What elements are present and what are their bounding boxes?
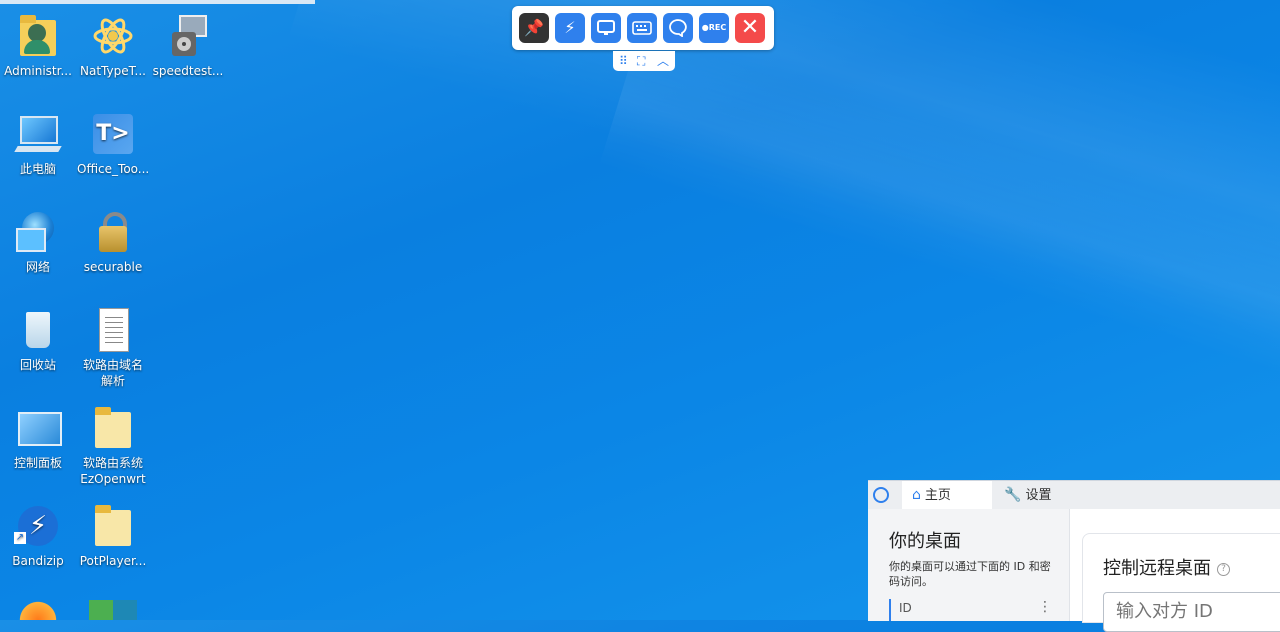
desktop-icon-label: speedtest...: [152, 64, 224, 78]
desktop-icon-this-pc[interactable]: 此电脑: [2, 110, 74, 177]
remote-id-input[interactable]: [1103, 592, 1280, 632]
keyboard-icon: [632, 21, 652, 35]
your-desktop-panel: 你的桌面 你的桌面可以通过下面的 ID 和密码访问。 ID ⋮: [868, 509, 1070, 621]
monitor-icon: [597, 20, 615, 35]
toolbar-handle: ⠿ ⛶ ︿: [613, 51, 675, 71]
chat-icon: [669, 19, 687, 38]
control-remote-title-text: 控制远程桌面: [1103, 558, 1211, 579]
your-desktop-title: 你的桌面: [889, 531, 961, 552]
remote-toolbar: 📌 ⚡ ●REC ✕: [512, 6, 774, 50]
desktop-icon-router-dns[interactable]: 软路由域名解析: [77, 306, 149, 389]
desktop-icon-potplayer[interactable]: PotPlayer...: [77, 502, 149, 569]
desktop-icon-label: 软路由系统EzOpenwrt: [80, 456, 146, 486]
tab-bar: ⌂ 主页 🔧 设置: [868, 481, 1280, 509]
remote-desktop-window: ⌂ 主页 🔧 设置 你的桌面 你的桌面可以通过下面的 ID 和密码访问。 ID ⋮ …: [868, 480, 1280, 632]
tab-settings-label: 设置: [1025, 488, 1052, 503]
desktop-icon-label: Bandizip: [12, 554, 64, 568]
window-edge: [0, 0, 315, 4]
your-desktop-description: 你的桌面可以通过下面的 ID 和密码访问。: [889, 560, 1051, 588]
computer-icon: [14, 110, 62, 158]
installer-icon: [164, 12, 212, 60]
control-panel-icon: [14, 404, 62, 452]
folder-icon: [89, 502, 137, 550]
app-icon[interactable]: [89, 600, 137, 620]
folder-icon: [89, 404, 137, 452]
record-button[interactable]: ●REC: [699, 13, 729, 43]
control-remote-title: 控制远程桌面?: [1103, 554, 1230, 580]
atom-icon: [89, 12, 137, 60]
display-button[interactable]: [591, 13, 621, 43]
desktop-icon-router-system[interactable]: 软路由系统EzOpenwrt: [77, 404, 149, 487]
pin-icon: 📌: [524, 18, 544, 37]
close-icon: ✕: [740, 15, 760, 40]
desktop-icon-administrator[interactable]: Administr...: [2, 12, 74, 79]
network-icon: [14, 208, 62, 256]
chevron-up-icon[interactable]: ︿: [657, 51, 669, 71]
desktop-icon-label: NatTypeT...: [80, 64, 146, 78]
desktop-icon-speedtest[interactable]: speedtest...: [152, 12, 224, 79]
shortcut-arrow-icon: ↗: [14, 532, 26, 544]
desktop-icon-label: securable: [83, 260, 143, 274]
desktop-icon-label: 网络: [25, 260, 50, 274]
desktop-icon-label: Administr...: [4, 64, 72, 78]
desktop-icon-label: PotPlayer...: [79, 554, 147, 568]
user-folder-icon: [14, 12, 62, 60]
chat-button[interactable]: [663, 13, 693, 43]
desktop-icon-office-tool[interactable]: T> Office_Too...: [77, 110, 149, 177]
desktop-icon-label: 此电脑: [19, 162, 56, 176]
desktop-icon-control-panel[interactable]: 控制面板: [2, 404, 74, 471]
app-logo-icon: [873, 487, 889, 503]
close-button[interactable]: ✕: [735, 13, 765, 43]
drag-handle-icon[interactable]: ⠿: [619, 51, 628, 71]
recycle-bin-icon: [14, 306, 62, 354]
control-remote-panel: 控制远程桌面?: [1082, 533, 1280, 632]
desktop-icon-bandizip[interactable]: ⚡ ↗ Bandizip: [2, 502, 74, 569]
pin-button[interactable]: 📌: [519, 13, 549, 43]
lightning-icon: ⚡: [564, 18, 576, 37]
desktop-icon-label: 控制面板: [13, 456, 62, 470]
id-label: ID: [889, 599, 912, 621]
home-icon: ⌂: [912, 487, 921, 503]
fullscreen-icon[interactable]: ⛶: [637, 51, 645, 71]
desktop-icon-label: Office_Too...: [77, 162, 149, 176]
wrench-icon: 🔧: [1004, 487, 1022, 503]
desktop-icon-label: 回收站: [19, 358, 56, 372]
office-tool-icon: T>: [89, 110, 137, 158]
lock-icon: [89, 208, 137, 256]
desktop-icon-recycle-bin[interactable]: 回收站: [2, 306, 74, 373]
desktop-icon-network[interactable]: 网络: [2, 208, 74, 275]
record-icon: ●REC: [701, 23, 727, 32]
desktop-icon-nattype[interactable]: NatTypeT...: [77, 12, 149, 79]
text-document-icon: [89, 306, 137, 354]
desktop-icon-securable[interactable]: securable: [77, 208, 149, 275]
tab-settings[interactable]: 🔧 设置: [1004, 481, 1094, 509]
keyboard-button[interactable]: [627, 13, 657, 43]
more-options-icon[interactable]: ⋮: [1038, 599, 1052, 615]
help-icon[interactable]: ?: [1217, 562, 1230, 576]
bandizip-icon: ⚡ ↗: [14, 502, 62, 550]
action-button[interactable]: ⚡: [555, 13, 585, 43]
tab-home-label: 主页: [924, 488, 951, 503]
desktop-icon-label: 软路由域名解析: [82, 358, 143, 388]
firefox-icon[interactable]: [16, 600, 60, 620]
tab-home[interactable]: ⌂ 主页: [902, 481, 992, 509]
